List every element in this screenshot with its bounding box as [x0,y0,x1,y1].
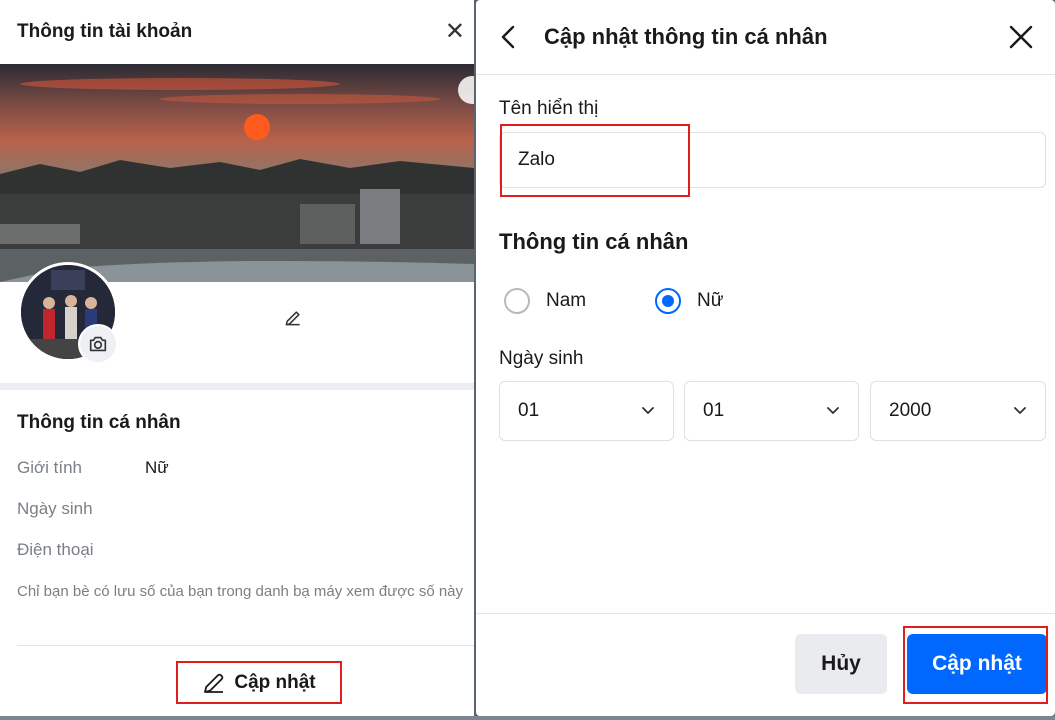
radio-male-circle[interactable] [504,288,530,314]
radio-male-label: Nam [546,290,587,311]
gender-radio-female[interactable]: Nữ [655,288,723,314]
dialog-title: Cập nhật thông tin cá nhân [544,24,828,49]
dob-row: Ngày sinh [17,499,145,519]
update-info-dialog: Cập nhật thông tin cá nhân Tên hiển thị … [476,0,1055,716]
cover-photo[interactable] [0,64,474,282]
phone-row: Điện thoại [17,540,145,560]
gender-label: Giới tính [17,458,83,477]
section-divider [0,383,474,390]
pencil-icon [285,311,300,326]
edit-icon [204,673,224,693]
gender-row: Giới tính Nữ [17,458,169,478]
month-select[interactable]: 01 [684,381,859,441]
close-icon[interactable]: ✕ [445,20,465,44]
footer-divider [17,645,474,646]
personal-info-title: Thông tin cá nhân [17,412,181,433]
phone-label: Điện thoại [17,540,94,559]
chevron-down-icon [642,407,654,414]
radio-female-circle[interactable] [655,288,681,314]
account-info-header: Thông tin tài khoản ✕ [0,0,474,64]
month-value: 01 [703,400,725,421]
close-dialog-button[interactable] [1007,23,1035,51]
submit-update-button[interactable]: Cập nhật [907,634,1047,694]
edit-name-button[interactable] [283,308,303,328]
chevron-down-icon [827,407,839,414]
update-info-label: Cập nhật [234,671,316,693]
avatar-container [18,262,118,364]
close-icon [1009,25,1033,49]
gender-value: Nữ [145,458,169,477]
account-info-panel: Thông tin tài khoản ✕ Thông tin cá nhân … [0,0,474,716]
change-avatar-button[interactable] [78,324,118,364]
camera-icon [89,336,107,352]
back-arrow-icon [501,25,515,49]
dialog-header: Cập nhật thông tin cá nhân [476,0,1055,75]
day-select[interactable]: 01 [499,381,674,441]
taskbar-strip [0,716,1055,720]
cover-image [0,64,474,282]
back-button[interactable] [496,24,522,50]
gender-radio-male[interactable]: Nam [504,288,586,314]
account-info-title: Thông tin tài khoản [17,21,193,42]
display-name-label: Tên hiển thị [499,98,599,119]
personal-info-section-title: Thông tin cá nhân [499,229,689,254]
update-info-button[interactable]: Cập nhật [176,661,342,704]
year-value: 2000 [889,400,932,421]
dob-label: Ngày sinh [17,499,93,518]
birthday-label: Ngày sinh [499,348,584,369]
chevron-down-icon [1014,407,1026,414]
radio-female-label: Nữ [697,290,724,311]
year-select[interactable]: 2000 [870,381,1046,441]
phone-privacy-note: Chỉ bạn bè có lưu số của bạn trong danh … [17,583,464,600]
day-value: 01 [518,400,540,421]
dialog-footer-divider [476,613,1055,614]
cancel-button[interactable]: Hủy [795,634,887,694]
display-name-input[interactable] [499,132,1046,188]
